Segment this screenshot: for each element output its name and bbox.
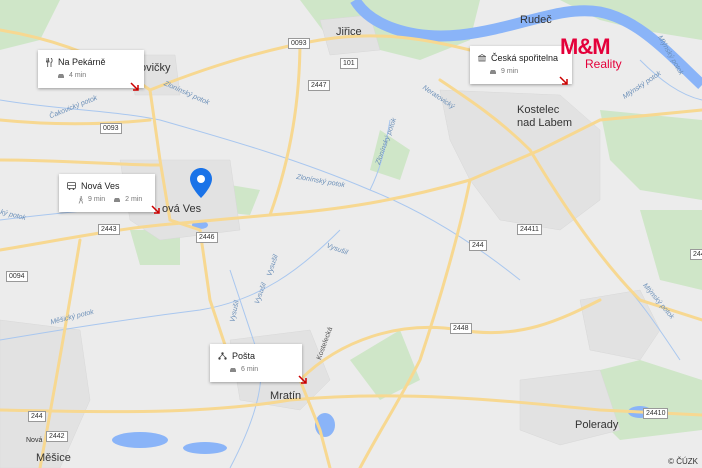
road-shield-244-a: 244 — [469, 240, 487, 251]
poi-name: Pošta — [232, 351, 256, 361]
town-label-rovicky: ovičky — [140, 62, 171, 74]
mm-reality-logo: M&M Reality — [560, 34, 622, 71]
road-shield-2448: 2448 — [450, 323, 472, 334]
town-label-mesice: Měšice — [36, 452, 71, 464]
poi-time-walk: 9 min — [88, 196, 106, 203]
town-label-kostelec-line1: Kostelec — [517, 104, 560, 116]
poi-name: Česká spořitelna — [491, 53, 559, 63]
poi-pointer-nova-ves — [151, 205, 160, 214]
car-icon — [230, 368, 236, 372]
road-shield-2442: 2442 — [46, 431, 68, 442]
town-label-nova: Nová — [26, 437, 43, 444]
poi-time-car: 2 min — [125, 196, 143, 203]
poi-time: 6 min — [241, 366, 259, 373]
poi-name: Nová Ves — [81, 181, 120, 191]
car-icon — [114, 198, 121, 202]
town-label-nova-ves: ová Ves — [162, 203, 202, 215]
road-shield-2443: 2443 — [98, 224, 120, 235]
bus-icon — [67, 182, 76, 190]
road-shield-24411: 24411 — [517, 224, 542, 235]
town-label-kostelec-line2: nad Labem — [517, 117, 573, 129]
post-office-icon — [218, 352, 227, 360]
map-copyright: © ČÚZK — [668, 457, 698, 466]
town-label-kostelec: Kostelec nad Labem — [517, 104, 572, 130]
bank-icon — [478, 54, 486, 62]
walk-icon — [78, 196, 83, 204]
restaurant-icon — [46, 57, 53, 67]
poi-card-nova-ves[interactable]: Nová Ves 9 min 2 min — [59, 174, 155, 212]
poi-card-na-pekarne[interactable]: Na Pekárně 4 min — [38, 50, 144, 88]
road-shield-0093-a: 0093 — [288, 38, 310, 49]
poi-time: 9 min — [501, 68, 519, 75]
map[interactable]: Jiřice Rudeč Kostelec nad Labem ová Ves … — [0, 0, 702, 468]
car-icon — [490, 70, 496, 74]
poi-pointer-na-pekarne — [130, 82, 139, 91]
road-shield-244-c: 244 — [28, 411, 46, 422]
road-shield-24410: 24410 — [643, 408, 669, 419]
road-shield-2446: 2446 — [196, 232, 218, 243]
poi-card-posta[interactable]: Pošta 6 min — [210, 344, 302, 382]
car-icon — [58, 74, 64, 78]
location-pin-icon[interactable] — [190, 168, 212, 198]
poi-pointer-posta — [298, 375, 307, 384]
poi-time: 4 min — [69, 72, 87, 79]
road-shield-244-b: 244 — [690, 249, 702, 260]
poi-card-ceska-sporitelna[interactable]: Česká spořitelna 9 min — [470, 46, 572, 84]
logo-sub: Reality — [585, 57, 622, 71]
road-shield-101: 101 — [340, 58, 358, 69]
town-label-polerady: Polerady — [575, 419, 619, 431]
road-shield-0094: 0094 — [6, 271, 28, 282]
road-shield-2447: 2447 — [308, 80, 330, 91]
town-label-jirice: Jiřice — [336, 26, 362, 38]
poi-name: Na Pekárně — [58, 57, 106, 67]
poi-pointer-ceska-sporitelna — [559, 76, 568, 85]
town-label-rudec: Rudeč — [520, 14, 552, 26]
road-shield-0093-b: 0093 — [100, 123, 122, 134]
town-label-mratin: Mratín — [270, 390, 302, 402]
